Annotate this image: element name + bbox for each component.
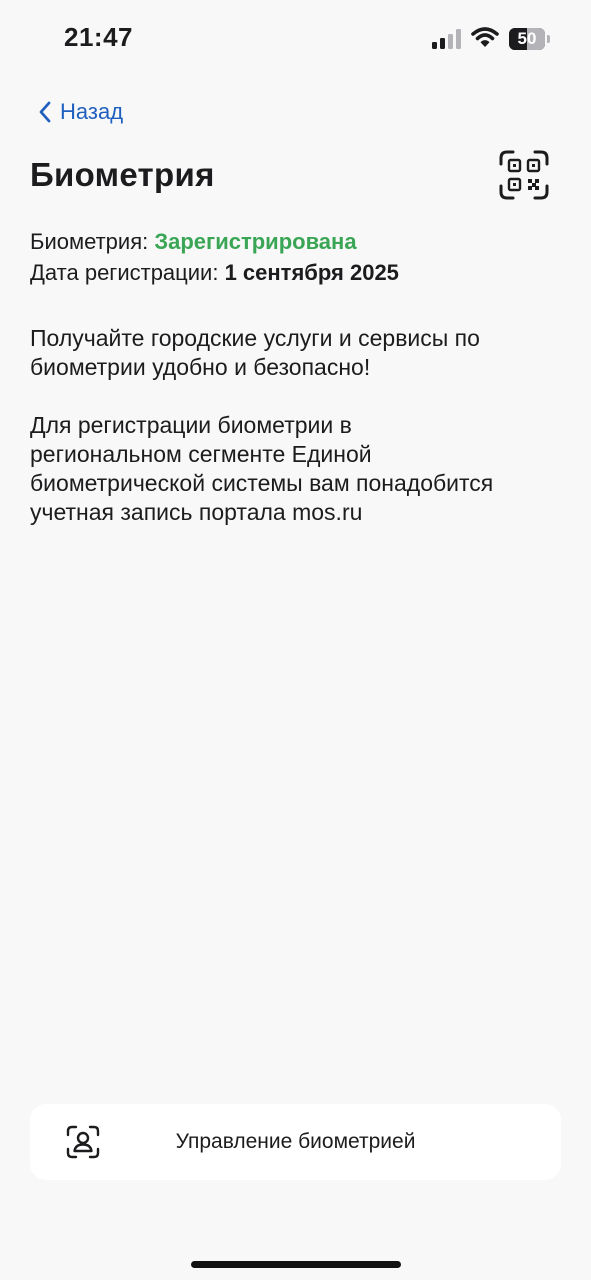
- description-paragraph-2: Для регистрации биометрии в региональном…: [30, 411, 560, 527]
- date-value: 1 сентября 2025: [224, 260, 399, 285]
- registration-status: Биометрия: Зарегистрирована: [30, 229, 357, 255]
- cellular-signal-icon: [432, 29, 461, 49]
- paragraph-line: учетная запись портала mos.ru: [30, 499, 363, 525]
- registration-date: Дата регистрации: 1 сентября 2025: [30, 260, 399, 286]
- paragraph-line: региональном сегменте Единой: [30, 441, 372, 467]
- paragraph-line: биометрии удобно и безопасно!: [30, 354, 371, 380]
- home-indicator[interactable]: [191, 1261, 401, 1268]
- wifi-icon: [471, 27, 499, 47]
- paragraph-line: Получайте городские услуги и сервисы по: [30, 325, 480, 351]
- battery-indicator: 50: [509, 28, 551, 50]
- date-label: Дата регистрации:: [30, 260, 225, 285]
- back-label: Назад: [60, 99, 124, 124]
- status-time: 21:47: [64, 22, 133, 52]
- page-title: Биометрия: [30, 156, 215, 193]
- paragraph-line: Для регистрации биометрии в: [30, 412, 352, 438]
- chevron-left-icon: [39, 101, 51, 123]
- status-value: Зарегистрирована: [154, 229, 357, 254]
- qr-scan-button[interactable]: [499, 150, 549, 200]
- description-paragraph-1: Получайте городские услуги и сервисы по …: [30, 324, 560, 382]
- status-label: Биометрия:: [30, 229, 155, 254]
- status-bar: 21:47 50: [0, 0, 591, 80]
- battery-level: 50: [517, 29, 537, 48]
- manage-biometrics-button[interactable]: Управление биометрией: [30, 1104, 561, 1180]
- manage-biometrics-label: Управление биометрией: [175, 1130, 416, 1153]
- paragraph-line: биометрической системы вам понадобится: [30, 470, 494, 496]
- qr-scan-icon: [499, 150, 549, 200]
- back-button[interactable]: Назад: [38, 97, 123, 127]
